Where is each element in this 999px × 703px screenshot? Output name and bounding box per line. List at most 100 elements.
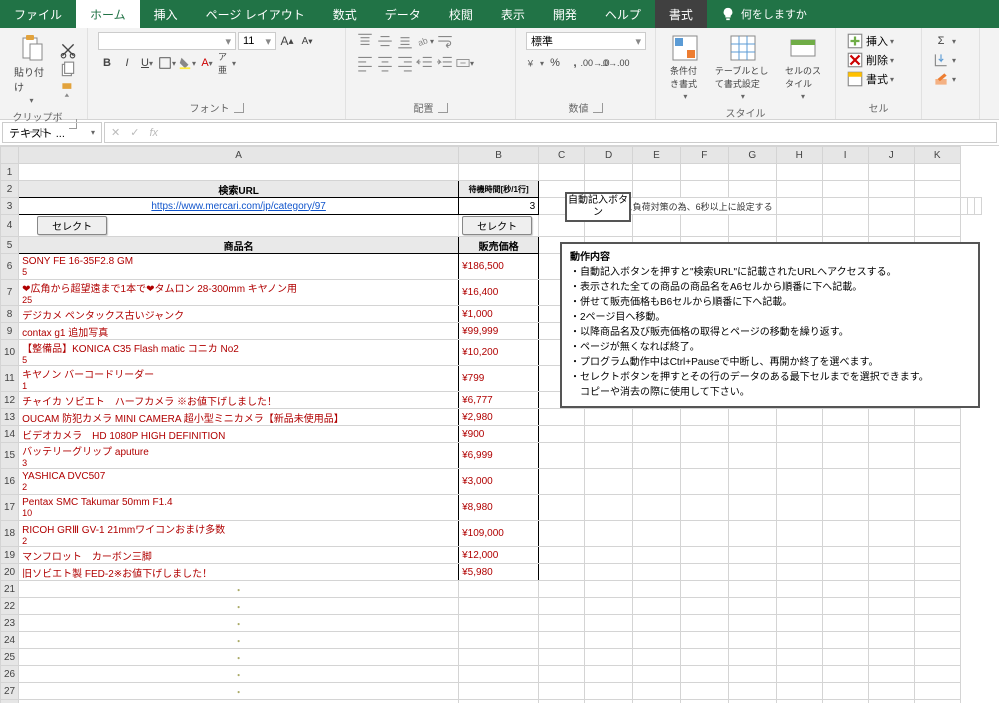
cell[interactable] <box>459 700 539 703</box>
font-family-combo[interactable]: ▾ <box>98 32 236 50</box>
cell[interactable] <box>539 564 585 581</box>
cell[interactable] <box>633 181 681 198</box>
cell[interactable] <box>633 615 681 632</box>
cell[interactable] <box>585 521 633 547</box>
cell[interactable] <box>539 700 585 703</box>
fill-icon[interactable] <box>932 51 950 69</box>
col-header[interactable]: F <box>680 147 728 164</box>
row-header[interactable]: 26 <box>1 666 19 683</box>
align-left-icon[interactable] <box>356 54 374 72</box>
row-header[interactable]: 23 <box>1 615 19 632</box>
insert-cells-button[interactable]: 挿入▾ <box>846 32 911 50</box>
cell[interactable] <box>539 164 585 181</box>
dialog-launcher-icon[interactable] <box>234 103 244 113</box>
select-button-a[interactable]: セレクト <box>37 216 107 235</box>
cell[interactable] <box>539 443 585 469</box>
cell[interactable]: ¥109,000 <box>459 521 539 547</box>
clear-icon[interactable] <box>932 70 950 88</box>
cell[interactable] <box>19 164 459 181</box>
enter-icon[interactable]: ✓ <box>130 126 139 139</box>
cell[interactable] <box>822 683 868 700</box>
cell[interactable] <box>728 469 776 495</box>
cell[interactable]: 商品名 <box>19 237 459 254</box>
decrease-indent-icon[interactable] <box>416 54 434 72</box>
cell[interactable] <box>914 700 960 703</box>
cell[interactable] <box>633 215 681 237</box>
cell[interactable] <box>539 409 585 426</box>
cell[interactable]: ・ <box>19 598 459 615</box>
cell[interactable] <box>868 666 914 683</box>
cell[interactable] <box>585 426 633 443</box>
cell[interactable]: ¥186,500 <box>459 254 539 280</box>
cell[interactable] <box>539 666 585 683</box>
cell[interactable]: ¥5,980 <box>459 564 539 581</box>
cell[interactable] <box>585 469 633 495</box>
cell[interactable] <box>459 615 539 632</box>
currency-icon[interactable]: ¥▾ <box>526 54 544 72</box>
cell[interactable] <box>960 198 967 215</box>
row-header[interactable]: 10 <box>1 340 19 366</box>
col-header[interactable]: J <box>868 147 914 164</box>
number-format-combo[interactable]: 標準▾ <box>526 32 646 50</box>
cell[interactable]: デジカメ ペンタックス古いジャンク <box>19 306 459 323</box>
cell[interactable]: ¥2,980 <box>459 409 539 426</box>
row-header[interactable]: 17 <box>1 495 19 521</box>
dialog-launcher-icon[interactable] <box>438 103 448 113</box>
cell[interactable] <box>585 666 633 683</box>
cell[interactable] <box>539 632 585 649</box>
cell[interactable] <box>776 164 822 181</box>
cell[interactable] <box>776 426 822 443</box>
cell[interactable] <box>539 683 585 700</box>
cell[interactable] <box>633 666 681 683</box>
cell[interactable] <box>680 521 728 547</box>
cell[interactable] <box>585 443 633 469</box>
cell[interactable] <box>822 632 868 649</box>
cell[interactable]: Pentax SMC Takumar 50mm F1.410 <box>19 495 459 521</box>
cell[interactable] <box>822 198 868 215</box>
cell[interactable]: 待機時間[秒/1行] <box>459 181 539 198</box>
cell[interactable] <box>680 409 728 426</box>
cell[interactable] <box>868 521 914 547</box>
cell[interactable]: ¥8,980 <box>459 495 539 521</box>
col-header[interactable]: H <box>776 147 822 164</box>
cell[interactable] <box>539 649 585 666</box>
col-header[interactable]: K <box>914 147 960 164</box>
cell[interactable] <box>776 521 822 547</box>
cell[interactable] <box>967 198 974 215</box>
cell[interactable] <box>539 615 585 632</box>
cell[interactable]: SONY FE 16-35F2.8 GM5 <box>19 254 459 280</box>
cell[interactable]: ・ <box>19 649 459 666</box>
cell[interactable]: ¥1,000 <box>459 306 539 323</box>
cell[interactable] <box>914 615 960 632</box>
font-color-icon[interactable]: A▾ <box>198 54 216 72</box>
cell[interactable] <box>914 198 960 215</box>
fill-color-icon[interactable]: ▾ <box>178 54 196 72</box>
name-box[interactable]: テキスト ...▾ <box>2 122 102 143</box>
cell[interactable] <box>822 469 868 495</box>
cell[interactable]: マンフロット カーボン三脚 <box>19 547 459 564</box>
cell[interactable] <box>728 547 776 564</box>
cell[interactable] <box>914 666 960 683</box>
cell[interactable] <box>585 409 633 426</box>
cancel-icon[interactable]: ✕ <box>111 126 120 139</box>
cell[interactable] <box>868 164 914 181</box>
tell-me[interactable]: 何をしますか <box>707 0 821 28</box>
cell[interactable]: contax g1 追加写真 <box>19 323 459 340</box>
cell[interactable] <box>728 426 776 443</box>
format-painter-icon[interactable] <box>59 81 77 99</box>
cell[interactable] <box>539 581 585 598</box>
col-header[interactable]: G <box>728 147 776 164</box>
cell[interactable] <box>776 547 822 564</box>
cell[interactable] <box>776 666 822 683</box>
col-header[interactable]: I <box>822 147 868 164</box>
row-header[interactable]: 1 <box>1 164 19 181</box>
cell[interactable] <box>585 700 633 703</box>
cell[interactable]: ・ <box>19 700 459 703</box>
worksheet-grid[interactable]: A B C D E F G H I J K 12検索URL待機時間[秒/1行]3… <box>0 146 999 703</box>
cell[interactable]: YASHICA DVC5072 <box>19 469 459 495</box>
cell[interactable] <box>822 521 868 547</box>
cell[interactable] <box>680 615 728 632</box>
cell[interactable]: ❤広角から超望遠まで1本で❤タムロン 28-300mm キヤノン用25 <box>19 280 459 306</box>
dialog-launcher-icon[interactable] <box>593 103 603 113</box>
cell[interactable] <box>776 581 822 598</box>
